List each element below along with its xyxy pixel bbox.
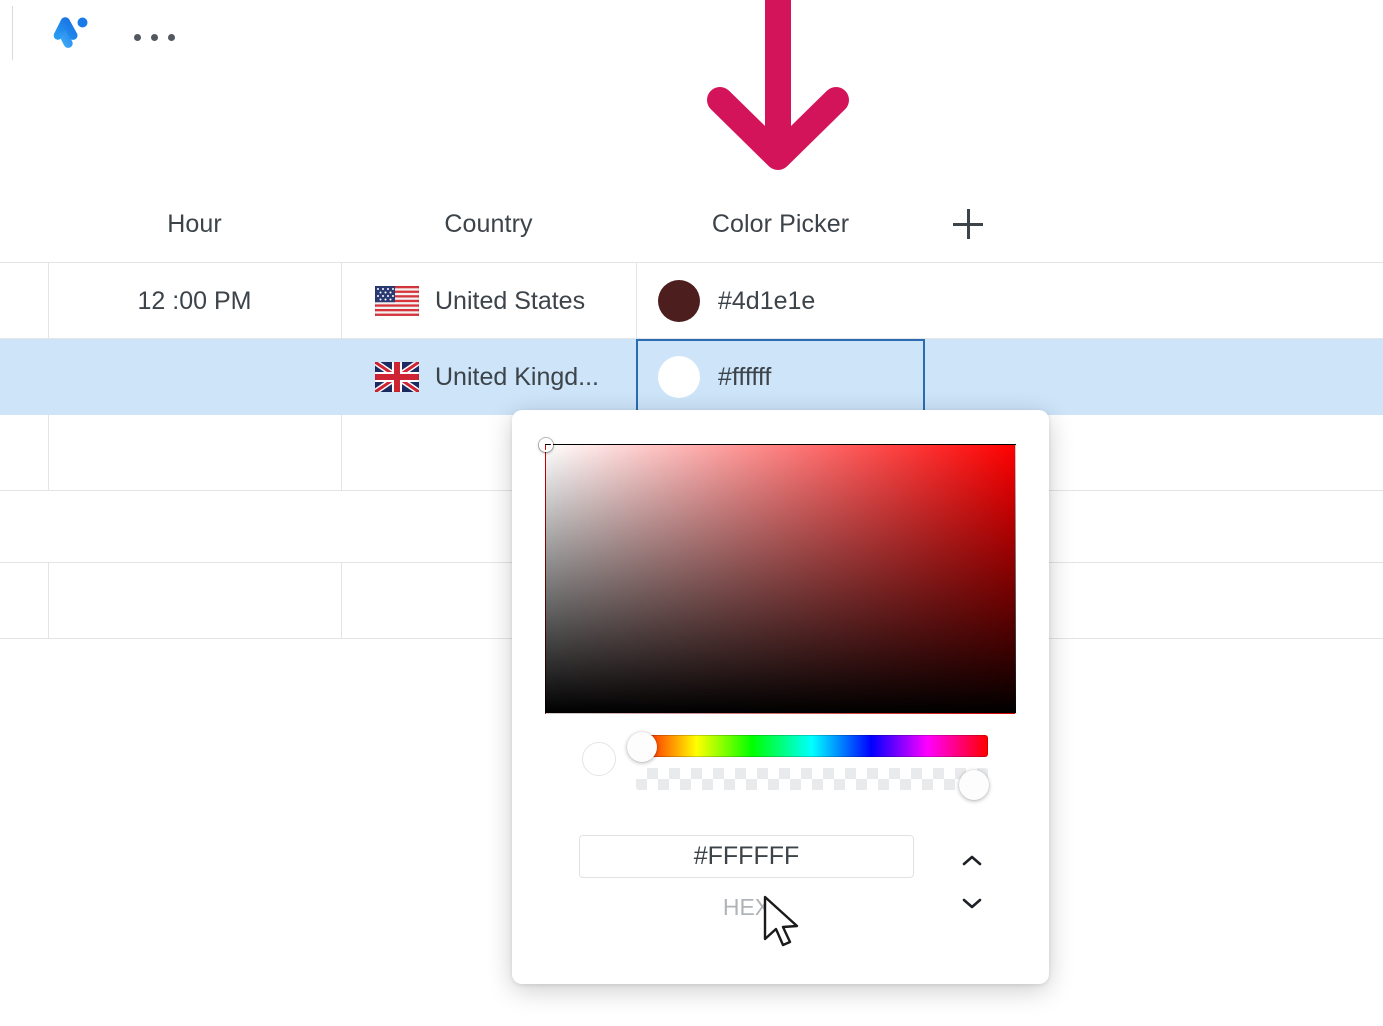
color-swatch <box>658 356 700 398</box>
dot-icon <box>168 33 175 41</box>
more-options-button[interactable] <box>134 26 178 48</box>
dot-icon <box>151 33 158 41</box>
hue-slider[interactable] <box>636 735 988 757</box>
grid-header-row: Hour Country Color Picker <box>0 186 1383 262</box>
saturation-handle[interactable] <box>539 438 553 452</box>
airtable-logo-icon[interactable] <box>44 12 92 60</box>
alpha-slider-handle[interactable] <box>959 770 989 800</box>
top-bar <box>0 0 1383 74</box>
table-row[interactable]: 12 :00 PM United States #4d1e1e <box>0 263 1383 339</box>
app-root: Hour Country Color Picker 12 :00 PM Unit… <box>0 0 1383 1026</box>
alpha-slider[interactable] <box>636 768 988 790</box>
country-name: United Kingd... <box>435 362 599 391</box>
country-name: United States <box>435 286 586 315</box>
cell-hour[interactable]: 12 :00 PM <box>48 263 341 339</box>
color-hex-value: #ffffff <box>718 362 772 391</box>
color-swatch <box>658 280 700 322</box>
hex-format-label: HEX <box>722 894 771 920</box>
cell-hour[interactable] <box>48 415 341 491</box>
chevron-up-icon <box>962 855 982 866</box>
saturation-value-area[interactable] <box>539 438 1016 714</box>
add-field-button[interactable] <box>928 186 1008 262</box>
hex-input[interactable]: #FFFFFF <box>579 835 914 878</box>
cell-color-picker-selected[interactable]: #ffffff <box>636 339 925 426</box>
cell-country[interactable]: United Kingd... <box>341 339 636 415</box>
hue-slider-handle[interactable] <box>627 732 657 762</box>
column-header-color-picker[interactable]: Color Picker <box>636 186 925 262</box>
dot-icon <box>134 33 141 41</box>
cell-hour[interactable] <box>48 491 341 567</box>
cell-hour[interactable] <box>48 339 341 415</box>
plus-icon <box>953 209 983 239</box>
annotation-arrow-icon <box>700 0 860 194</box>
color-hex-value: #4d1e1e <box>718 286 816 315</box>
mouse-cursor-icon <box>762 895 804 951</box>
cell-hour[interactable] <box>48 563 341 639</box>
cell-country[interactable]: United States <box>341 263 636 339</box>
toolbar-divider <box>12 6 13 60</box>
table-row[interactable]: United Kingd... #ffffff <box>0 339 1383 426</box>
format-stepper[interactable] <box>954 855 990 909</box>
flag-united-states-icon <box>375 286 419 316</box>
cell-color-picker[interactable]: #4d1e1e <box>636 263 925 339</box>
chevron-down-icon <box>962 898 982 909</box>
column-header-country[interactable]: Country <box>341 186 636 262</box>
color-preview-swatch <box>582 742 616 776</box>
flag-united-kingdom-icon <box>375 362 419 392</box>
column-header-hour[interactable]: Hour <box>48 186 341 262</box>
